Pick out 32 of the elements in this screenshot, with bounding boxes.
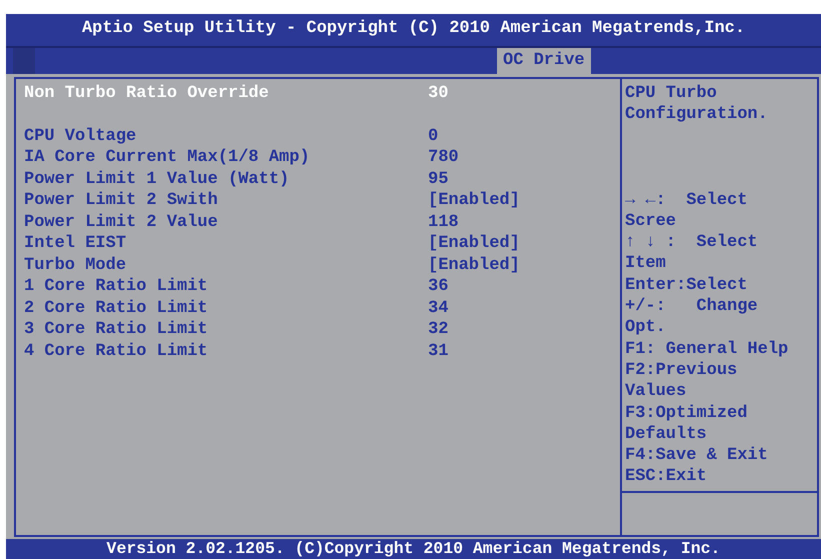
key-help-text: Item [625, 253, 667, 275]
key-help-text: F4:Save & Exit [625, 445, 769, 466]
key-help-text: ESC:Exit [625, 466, 708, 488]
setting-row[interactable]: Intel EIST [Enabled] [24, 233, 620, 254]
tab[interactable]: OC Drive [497, 48, 591, 74]
key-help-text: F3:Optimized [625, 402, 748, 424]
key-help-text: F1: General Help [625, 338, 790, 360]
key-help-text: ↑ ↓ : Select [625, 232, 759, 254]
help-text: Configuration. [625, 104, 769, 126]
tab-bar-block [13, 48, 35, 74]
key-help-text: Enter:Select [625, 274, 748, 296]
key-help-text: F2:Previous [625, 360, 738, 382]
setting-row[interactable]: 4 Core Ratio Limit 31 [24, 340, 620, 362]
setting-row[interactable]: 3 Core Ratio Limit 32 [24, 319, 620, 340]
setting-row[interactable]: Power Limit 2 Value 118 [24, 212, 620, 233]
setting-row[interactable]: 1 Core Ratio Limit 36 [24, 276, 620, 298]
setting-row[interactable]: Non Turbo Ratio Override 30 [24, 83, 620, 104]
key-help-text: Values [625, 381, 688, 403]
setting-row[interactable]: Power Limit 1 Value (Watt) 95 [24, 168, 620, 190]
setting-row[interactable]: CPU Voltage 0 [24, 126, 620, 147]
setting-row[interactable]: Turbo Mode [Enabled] [24, 254, 620, 276]
setting-row[interactable]: Power Limit 2 Swith [Enabled] [24, 190, 620, 212]
setting-row[interactable]: 2 Core Ratio Limit 34 [24, 298, 620, 319]
copyright-text: Version 2.02.1205. (C)Copyright 2010 American Megatrends, Inc. [106, 539, 722, 559]
key-help-text: +/-: Change [625, 296, 759, 318]
window-title: Aptio Setup Utility - Copyright (C) 2010 American Megatrends,Inc. [80, 18, 746, 40]
key-help-text: Defaults [625, 424, 708, 446]
key-help-text: → ←: Select [625, 190, 748, 211]
setting-row[interactable]: IA Core Current Max(1/8 Amp) 780 [24, 147, 620, 168]
help-text: CPU Turbo [625, 83, 718, 104]
key-help-text: Opt. [625, 317, 667, 339]
key-help-text: Scree [625, 210, 678, 232]
